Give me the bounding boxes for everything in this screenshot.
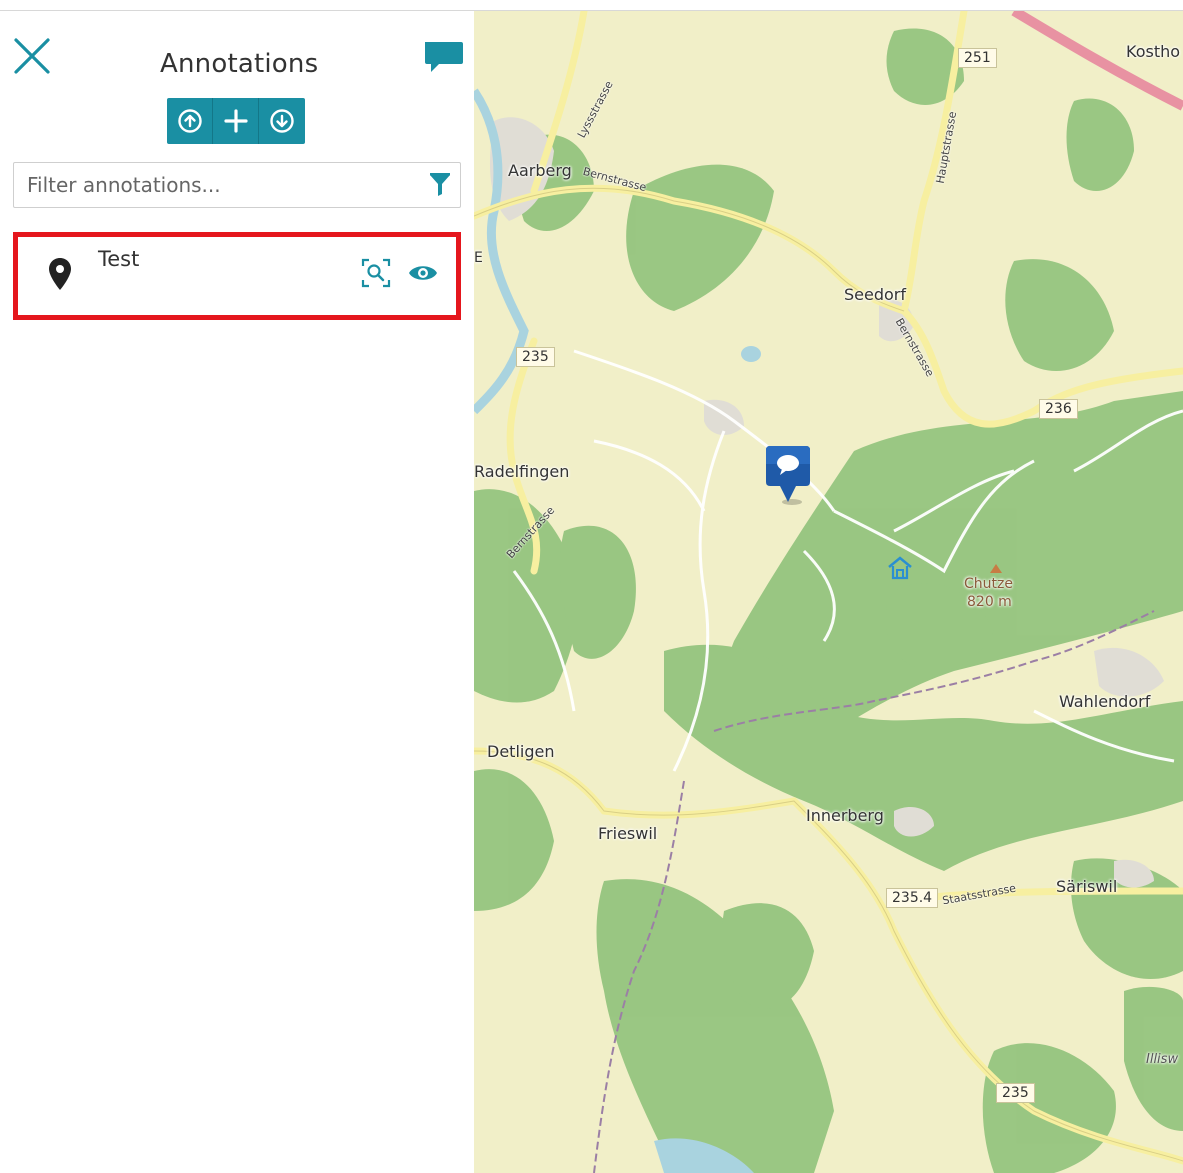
place-frieswil: Frieswil (598, 824, 658, 843)
annotation-toolbar (167, 98, 305, 144)
place-sariswil: Säriswil (1056, 877, 1118, 896)
annotation-label: Test (98, 247, 140, 271)
upload-icon[interactable] (167, 98, 213, 144)
map-base (474, 11, 1183, 1173)
filter-field (13, 162, 461, 208)
panel-title: Annotations (160, 49, 319, 79)
close-icon[interactable] (12, 36, 52, 76)
place-aarberg: Aarberg (508, 161, 572, 180)
road-shield-251: 251 (958, 48, 997, 68)
place-detligen: Detligen (487, 742, 555, 761)
shelter-icon (887, 556, 913, 580)
place-radelfingen: Radelfingen (474, 462, 570, 481)
place-edge-label: E (474, 250, 483, 266)
place-kostho: Kostho (1126, 42, 1181, 61)
place-illisw: Illisw (1146, 1052, 1179, 1067)
download-icon[interactable] (259, 98, 305, 144)
road-shield-235-south: 235 (996, 1083, 1035, 1103)
place-seedorf: Seedorf (844, 285, 906, 304)
place-chutze: Chutze (964, 576, 1013, 592)
zoom-to-icon[interactable] (361, 258, 391, 288)
plus-icon[interactable] (213, 98, 259, 144)
annotation-map-marker[interactable] (766, 444, 814, 506)
annotations-panel: Annotations Test (0, 11, 474, 1173)
place-chutze-elevation: 820 m (967, 594, 1012, 610)
filter-icon[interactable] (420, 165, 460, 205)
map-view[interactable]: Aarberg Seedorf Radelfingen Chutze 820 m… (474, 11, 1183, 1173)
visibility-eye-icon[interactable] (408, 261, 438, 285)
road-shield-235: 235 (516, 347, 555, 367)
road-shield-236: 236 (1039, 399, 1078, 419)
road-shield-235-4: 235.4 (886, 888, 939, 908)
filter-input[interactable] (14, 165, 420, 205)
annotation-list-item[interactable]: Test (13, 232, 461, 320)
map-pin-icon (48, 257, 72, 291)
place-innerberg: Innerberg (806, 806, 884, 825)
place-wahlendorf: Wahlendorf (1059, 692, 1151, 711)
comment-icon[interactable] (422, 39, 464, 79)
